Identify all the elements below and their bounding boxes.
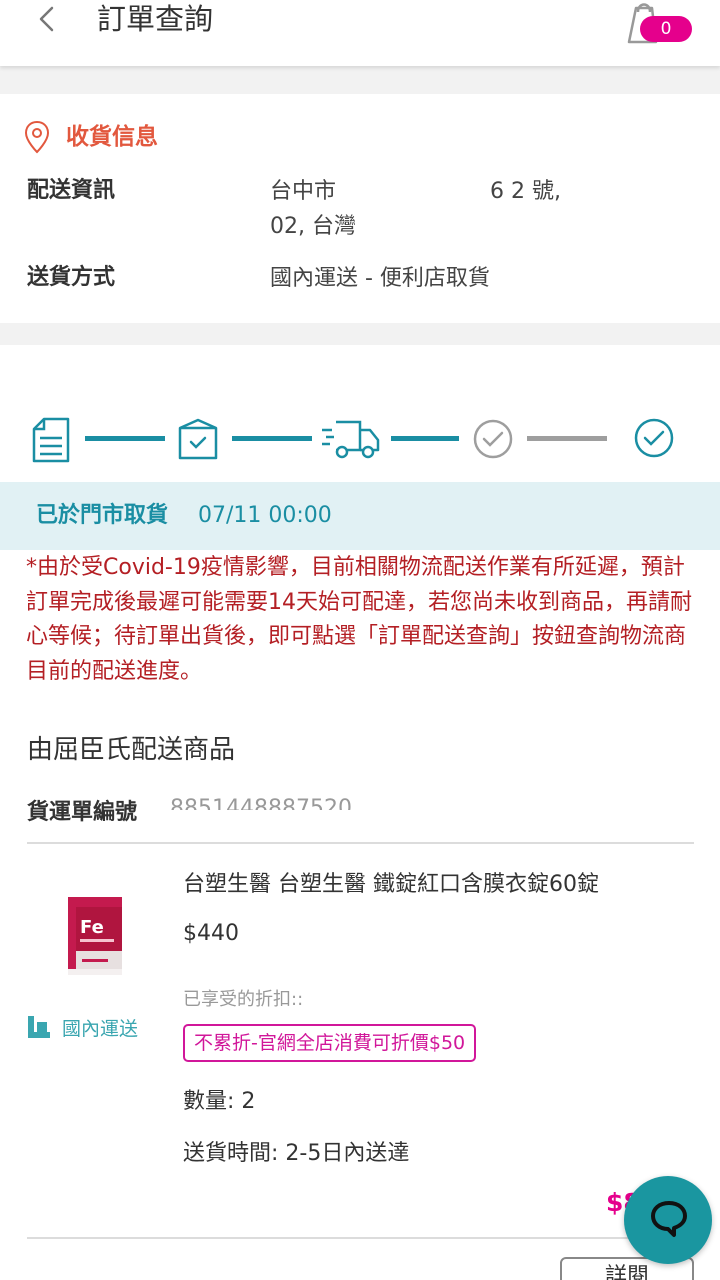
chat-bubble-icon xyxy=(651,1201,687,1237)
product-quantity: 數量: 2 xyxy=(183,1089,256,1114)
discount-label: 已享受的折扣:: xyxy=(183,989,304,1010)
chevron-left-icon xyxy=(39,6,54,32)
package-box-icon xyxy=(178,418,218,460)
delivery-address-line2: 02, 台灣 xyxy=(270,214,356,239)
receiver-section-title: 收貨信息 xyxy=(66,124,158,150)
cart-count-badge: 0 xyxy=(640,16,692,42)
status-time: 07/11 00:00 xyxy=(198,503,332,528)
check-circle-icon xyxy=(634,418,674,458)
delivery-time: 送貨時間: 2-5日內送達 xyxy=(183,1141,410,1166)
order-status-bar: 已於門市取貨 07/11 00:00 xyxy=(0,482,720,550)
ship-type: 國內運送 xyxy=(26,1014,138,1044)
section-gap xyxy=(0,66,720,94)
progress-line xyxy=(85,436,165,441)
location-pin-icon xyxy=(24,120,50,154)
order-progress-tracker xyxy=(0,408,720,468)
ship-type-label: 國內運送 xyxy=(62,1018,139,1040)
check-circle-icon xyxy=(473,419,513,459)
section-gap xyxy=(0,323,720,345)
delivery-address-line1: 台中市 6 2 號, xyxy=(270,179,561,204)
coupon-badge: 不累折-官網全店消費可折價$50 xyxy=(183,1024,477,1062)
delivery-method-value: 國內運送 - 便利店取貨 xyxy=(270,266,490,291)
status-label: 已於門市取貨 xyxy=(36,503,169,528)
order-document-icon xyxy=(32,417,70,463)
progress-line xyxy=(391,436,459,441)
product-name[interactable]: 台塑生醫 台塑生醫 鐵錠紅口含膜衣錠60錠 xyxy=(183,870,599,900)
divider xyxy=(27,1237,694,1239)
waybill-number: 8851448887520 xyxy=(170,796,352,810)
progress-line-pending xyxy=(527,436,607,441)
product-price: $440 xyxy=(183,921,239,946)
page-title: 訂單查詢 xyxy=(97,2,214,36)
product-image-label: Fe xyxy=(80,917,104,938)
progress-line xyxy=(232,436,312,441)
warehouse-icon xyxy=(28,1016,50,1038)
divider xyxy=(27,842,694,844)
delivery-method-label: 送貨方式 xyxy=(27,265,116,290)
product-image: Fe xyxy=(68,897,122,975)
app-header: 訂單查詢 0 xyxy=(0,0,720,66)
delivery-truck-icon xyxy=(322,420,380,459)
covid-delay-notice: *由於受Covid-19疫情影響，目前相關物流配送作業有所延遲，預計訂單完成後最… xyxy=(26,555,692,684)
back-button[interactable] xyxy=(30,2,66,38)
shipment-title: 由屈臣氏配送商品 xyxy=(27,735,236,765)
delivery-info-label: 配送資訊 xyxy=(27,178,116,203)
waybill-label: 貨運單編號 xyxy=(27,800,138,825)
chat-button[interactable] xyxy=(624,1176,712,1264)
